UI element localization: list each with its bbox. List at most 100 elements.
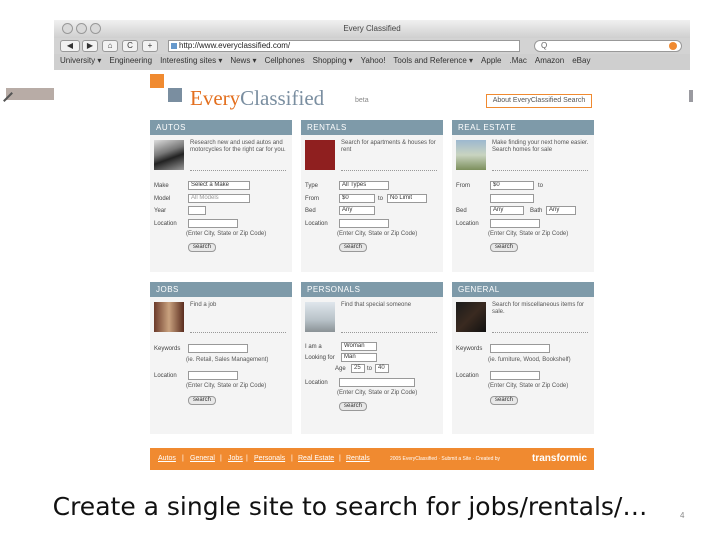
autos-description: Research new and used autos and motorcyc… xyxy=(190,140,286,153)
year-input[interactable] xyxy=(188,206,206,215)
for-rent-sign-image xyxy=(305,140,335,170)
general-description: Search for miscellaneous items for sale. xyxy=(492,302,585,315)
jobs-description: Find a job xyxy=(190,302,217,308)
autos-search-button[interactable]: search xyxy=(188,243,216,252)
bath-select[interactable]: Any xyxy=(546,206,576,215)
jobs-location-input[interactable] xyxy=(188,371,238,380)
personals-location-input[interactable] xyxy=(339,378,415,387)
general-location-input[interactable] xyxy=(490,371,540,380)
location-hint: (Enter City, State or Zip Code) xyxy=(488,383,569,389)
location-label: Location xyxy=(305,380,328,386)
seeking-select[interactable]: Man xyxy=(341,353,377,362)
realestate-search-button[interactable]: search xyxy=(490,243,518,252)
divider xyxy=(190,170,286,171)
general-search-button[interactable]: search xyxy=(490,396,518,405)
footer-link-personals[interactable]: Personals xyxy=(254,448,285,470)
bed-label: Bed xyxy=(305,208,316,214)
site-favicon-icon xyxy=(171,43,177,49)
realestate-location-input[interactable] xyxy=(490,219,540,228)
back-button[interactable]: ◀ xyxy=(60,40,80,52)
site-logo[interactable]: EveryClassified xyxy=(190,86,324,111)
location-hint: (Enter City, State or Zip Code) xyxy=(186,383,267,389)
address-bar[interactable]: http://www.everyclassified.com/ xyxy=(168,40,520,52)
footer-separator: | xyxy=(291,455,293,462)
keywords-label: Keywords xyxy=(154,346,181,352)
bed-select[interactable]: Any xyxy=(339,206,375,215)
bookmark-item[interactable]: Interesting sites ▾ xyxy=(160,56,222,65)
browser-search-input[interactable]: Q xyxy=(534,40,682,52)
personals-search-button[interactable]: search xyxy=(339,402,367,411)
bath-label: Bath xyxy=(530,208,543,214)
age-to-input[interactable]: 40 xyxy=(375,364,389,373)
footer-link-autos[interactable]: Autos xyxy=(158,448,176,470)
price-to-select[interactable] xyxy=(490,194,534,203)
autos-location-input[interactable] xyxy=(188,219,238,228)
bookmark-item[interactable]: eBay xyxy=(572,56,590,65)
price-from-select[interactable]: $0 xyxy=(339,194,375,203)
age-from-input[interactable]: 25 xyxy=(351,364,365,373)
bookmarks-bar: University ▾ Engineering Interesting sites… xyxy=(54,54,690,70)
make-select[interactable]: Select a Make xyxy=(188,181,250,190)
location-hint: (Enter City, State or Zip Code) xyxy=(337,390,418,396)
bookmark-item[interactable]: Yahoo! xyxy=(361,56,386,65)
rentals-title: RENTALS xyxy=(301,120,443,135)
bookmark-item[interactable]: News ▾ xyxy=(230,56,256,65)
slide-decoration-right xyxy=(689,90,693,102)
footer-link-general[interactable]: General xyxy=(190,448,215,470)
couple-image xyxy=(305,302,335,332)
price-from-select[interactable]: $0 xyxy=(490,181,534,190)
about-link[interactable]: About EveryClassified Search xyxy=(486,94,592,108)
price-to-select[interactable]: No Limit xyxy=(387,194,427,203)
type-select[interactable]: All Types xyxy=(339,181,389,190)
bookmark-item[interactable]: University ▾ xyxy=(60,56,101,65)
reload-button[interactable]: C xyxy=(122,40,138,52)
site-footer: Autos | General | Jobs | Personals | Rea… xyxy=(150,448,594,470)
footer-separator: | xyxy=(182,455,184,462)
bookmark-item[interactable]: Cellphones xyxy=(265,56,305,65)
bed-select[interactable]: Any xyxy=(490,206,524,215)
bookmark-item[interactable]: Shopping ▾ xyxy=(313,56,353,65)
browser-toolbar: ◀ ▶ ⌂ C + http://www.everyclassified.com… xyxy=(54,38,690,54)
location-label: Location xyxy=(154,373,177,379)
beta-label: beta xyxy=(355,97,369,104)
gender-select[interactable]: Woman xyxy=(341,342,377,351)
to-label: to xyxy=(378,196,384,202)
keywords-hint: (ie. Retail, Sales Management) xyxy=(186,357,269,363)
location-hint: (Enter City, State or Zip Code) xyxy=(488,231,569,237)
home-icon[interactable]: ⌂ xyxy=(102,40,118,52)
bookmark-item[interactable]: Apple xyxy=(481,56,501,65)
model-label: Model xyxy=(154,196,171,202)
age-label: Age xyxy=(335,366,346,372)
footer-copyright: 2005 EveryClassified · Submit a Site · C… xyxy=(390,456,501,462)
logo-classified: Classified xyxy=(240,86,325,110)
realestate-description: Make finding your next home easier. Sear… xyxy=(492,140,589,153)
jobs-search-button[interactable]: search xyxy=(188,396,216,405)
rentals-search-button[interactable]: search xyxy=(339,243,367,252)
piano-image xyxy=(456,302,486,332)
rentals-location-input[interactable] xyxy=(339,219,389,228)
add-bookmark-button[interactable]: + xyxy=(142,40,158,52)
bookmark-item[interactable]: .Mac xyxy=(510,56,527,65)
location-label: Location xyxy=(154,221,177,227)
address-bar-url: http://www.everyclassified.com/ xyxy=(179,41,291,50)
search-go-icon[interactable] xyxy=(669,42,677,50)
footer-link-rentals[interactable]: Rentals xyxy=(346,448,370,470)
model-select[interactable]: All Models xyxy=(188,194,250,203)
year-label: Year xyxy=(154,208,167,214)
bookmark-item[interactable]: Amazon xyxy=(535,56,564,65)
footer-link-jobs[interactable]: Jobs xyxy=(228,448,243,470)
window-title: Every Classified xyxy=(343,24,401,33)
jobs-keywords-input[interactable] xyxy=(188,344,248,353)
bookmark-item[interactable]: Engineering xyxy=(109,56,152,65)
to-label: to xyxy=(367,366,373,372)
lookingfor-label: Looking for xyxy=(305,355,335,361)
bookmark-item[interactable]: Tools and Reference ▾ xyxy=(393,56,473,65)
forward-button[interactable]: ▶ xyxy=(82,40,98,52)
bed-label: Bed xyxy=(456,208,467,214)
general-keywords-input[interactable] xyxy=(490,344,550,353)
footer-link-realestate[interactable]: Real Estate xyxy=(298,448,334,470)
location-label: Location xyxy=(456,373,479,379)
personals-panel: PERSONALS Find that special someone I am… xyxy=(301,282,443,434)
transformic-logo[interactable]: transformic xyxy=(532,448,587,470)
autos-title: AUTOS xyxy=(150,120,292,135)
